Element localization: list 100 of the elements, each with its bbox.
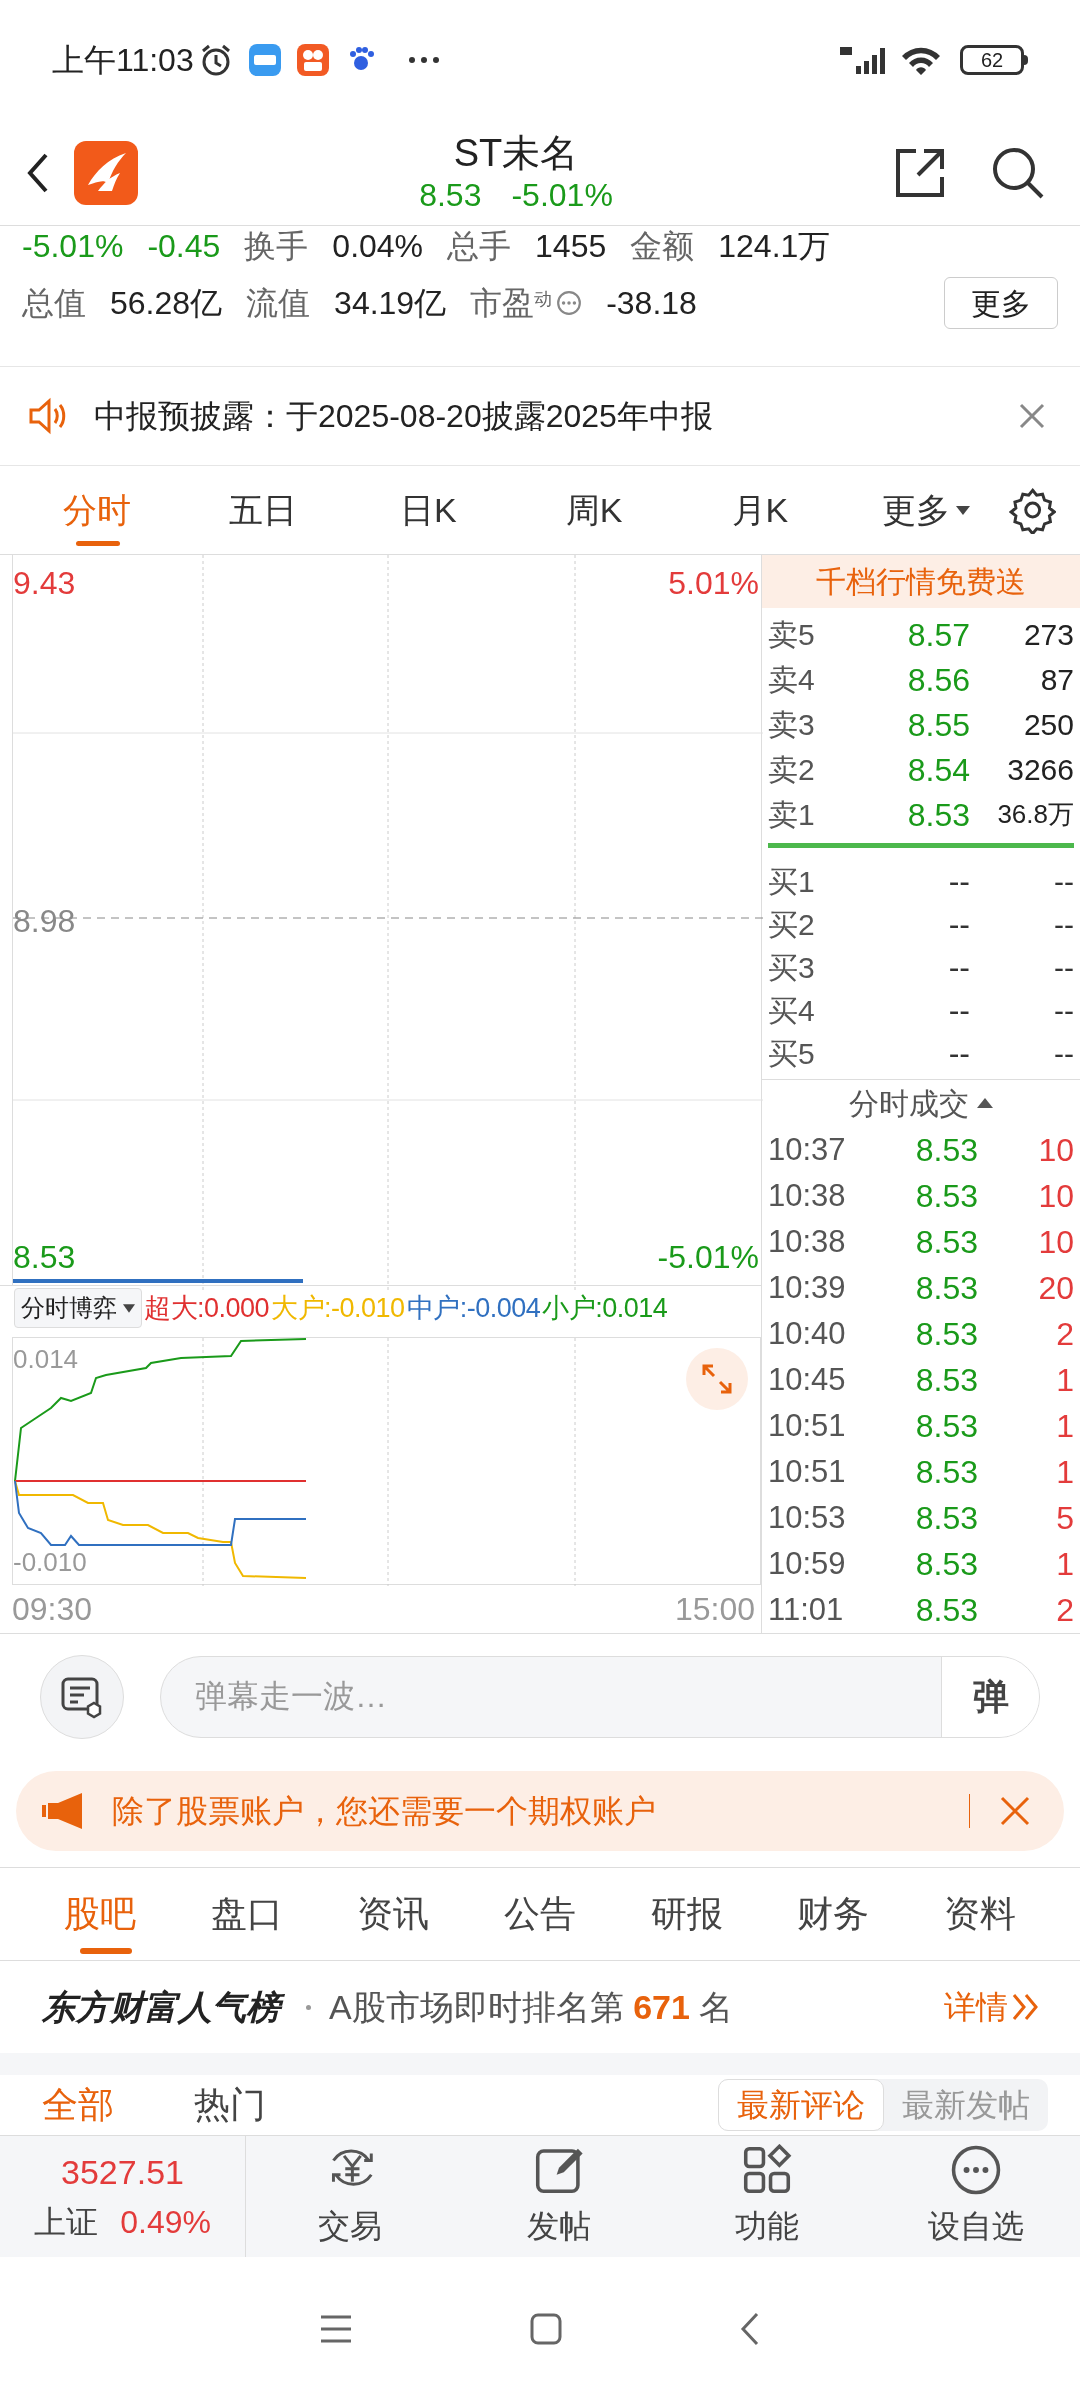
status-time: 上午11:03 <box>52 41 194 80</box>
sort-up-icon <box>977 1098 993 1109</box>
trade-price: 8.53 <box>914 1177 978 1216</box>
current-price: 8.53 <box>419 175 482 215</box>
trade-volume: 2 <box>1055 1315 1074 1354</box>
trade-price: 8.53 <box>914 1131 978 1170</box>
quote-label: 换手 <box>244 227 309 266</box>
quote-value: -5.01% <box>22 227 124 266</box>
caret-icon <box>955 505 970 515</box>
bottom-nav-item[interactable]: 发帖 <box>454 2136 663 2257</box>
content-tab[interactable]: 盘口 <box>186 1868 307 1960</box>
price-axis-label: 8.98 <box>13 902 76 941</box>
chart-tab[interactable]: 更多 <box>842 466 1009 554</box>
quote-label: 金额 <box>630 227 695 266</box>
quote-label: 总值 <box>22 284 86 323</box>
trade-time: 10:51 <box>768 1452 847 1491</box>
ranking-brand: 东方财富人气榜 <box>42 1981 288 2033</box>
chart-tab[interactable]: 周K <box>511 466 678 554</box>
app-logo-icon <box>74 140 138 205</box>
book-price: -- <box>947 905 970 945</box>
bottom-nav-item[interactable]: 交易 <box>246 2136 455 2257</box>
expand-icon <box>701 1362 733 1395</box>
book-label: 卖1 <box>768 797 816 833</box>
settings-icon[interactable] <box>1008 486 1056 534</box>
content-tab[interactable]: 研报 <box>626 1868 747 1960</box>
danmaku-toggle-button[interactable]: 弹 <box>941 1656 1039 1737</box>
quote-label: 总手 <box>447 227 512 266</box>
book-volume: -- <box>1053 906 1074 943</box>
trade-price: 8.53 <box>914 1453 978 1492</box>
trade-volume: 2 <box>1055 1591 1074 1630</box>
video-app-icon <box>295 43 330 77</box>
book-price: -- <box>947 862 970 902</box>
chart-tab[interactable]: 五日 <box>179 466 346 554</box>
book-volume: -- <box>1053 863 1074 900</box>
trade-time: 10:39 <box>768 1268 847 1307</box>
more-button[interactable]: 更多 <box>944 277 1058 329</box>
content-tab[interactable]: 资讯 <box>333 1868 454 1960</box>
index-quote-button[interactable]: 3527.51 上证 0.49% <box>0 2136 246 2257</box>
trade-volume: 1 <box>1055 1545 1074 1584</box>
content-tab[interactable]: 资料 <box>919 1868 1040 1960</box>
danmaku-input[interactable]: 弹幕走一波… 弹 <box>160 1655 1040 1738</box>
megaphone-icon <box>42 1793 82 1829</box>
price-change: -5.01% <box>511 175 613 215</box>
chart-tab[interactable]: 月K <box>677 466 843 554</box>
price-axis-label: 9.43 <box>13 564 76 603</box>
trade-volume: 10 <box>1037 1223 1074 1262</box>
battery-indicator: 62 <box>960 45 1024 75</box>
quote-value: 56.28亿 <box>110 284 223 323</box>
trade-time: 10:45 <box>768 1360 847 1399</box>
book-volume: 250 <box>1022 707 1074 743</box>
axis-label: 0.014 <box>13 1342 79 1376</box>
trade-price: 8.53 <box>914 1545 978 1584</box>
close-icon[interactable] <box>1000 1796 1030 1826</box>
book-label: 卖4 <box>768 662 816 698</box>
book-label: 买5 <box>768 1035 816 1072</box>
book-label: 卖5 <box>768 617 816 653</box>
quote-label: 市盈$^{动}$ <box>470 284 553 323</box>
percent-axis-label: -5.01% <box>657 1238 759 1277</box>
book-label: 买1 <box>768 863 816 900</box>
book-price: 8.54 <box>906 750 970 790</box>
indicator-dropdown[interactable]: 分时博弈 <box>14 1288 142 1329</box>
chart-tab[interactable]: 日K <box>345 466 512 554</box>
trade-price: 8.53 <box>914 1499 978 1538</box>
feed-tab[interactable]: 热门 <box>194 2085 266 2125</box>
ranking-text: A股市场即时排名第 671 名 <box>329 1986 734 2028</box>
caret-icon <box>123 1303 135 1313</box>
trade-volume: 10 <box>1037 1131 1074 1170</box>
quote-value: 124.1万 <box>718 227 831 266</box>
trade-price: 8.53 <box>914 1407 978 1446</box>
home-icon[interactable] <box>530 2312 562 2345</box>
book-price: 8.56 <box>906 660 970 700</box>
trade-time: 10:53 <box>768 1498 847 1537</box>
trade-time: 10:37 <box>768 1130 847 1169</box>
quote-value: 1455 <box>535 227 607 266</box>
bottom-nav-item[interactable]: 功能 <box>663 2136 872 2257</box>
signal-icon <box>840 44 886 76</box>
percent-axis-label: 5.01% <box>668 564 759 603</box>
info-icon[interactable] <box>556 290 583 316</box>
book-volume: -- <box>1053 949 1074 986</box>
trade-volume: 1 <box>1055 1361 1074 1400</box>
trade-time: 10:51 <box>768 1406 847 1445</box>
double-chevron-icon <box>1012 1993 1038 2021</box>
legend-label: 中户:-0.004 <box>406 1292 541 1326</box>
bottom-nav-item[interactable]: 设自选 <box>871 2136 1080 2257</box>
book-volume: -- <box>1053 1035 1074 1072</box>
book-price: 8.57 <box>906 615 970 655</box>
book-volume: -- <box>1053 992 1074 1029</box>
trade-time: 10:40 <box>768 1314 847 1353</box>
content-tab[interactable]: 公告 <box>479 1868 600 1960</box>
book-label: 买2 <box>768 906 816 943</box>
trade-volume: 1 <box>1055 1453 1074 1492</box>
share-icon[interactable] <box>894 146 946 199</box>
content-tab[interactable]: 财务 <box>773 1868 894 1960</box>
book-volume: 273 <box>1022 617 1074 653</box>
close-icon[interactable] <box>1018 402 1046 430</box>
time-axis-label: 15:00 <box>674 1590 755 1629</box>
price-axis-label: 8.53 <box>13 1238 76 1277</box>
trade-price: 8.53 <box>914 1269 978 1308</box>
book-volume: 3266 <box>1006 752 1074 788</box>
stock-title: ST未名 <box>453 130 579 175</box>
